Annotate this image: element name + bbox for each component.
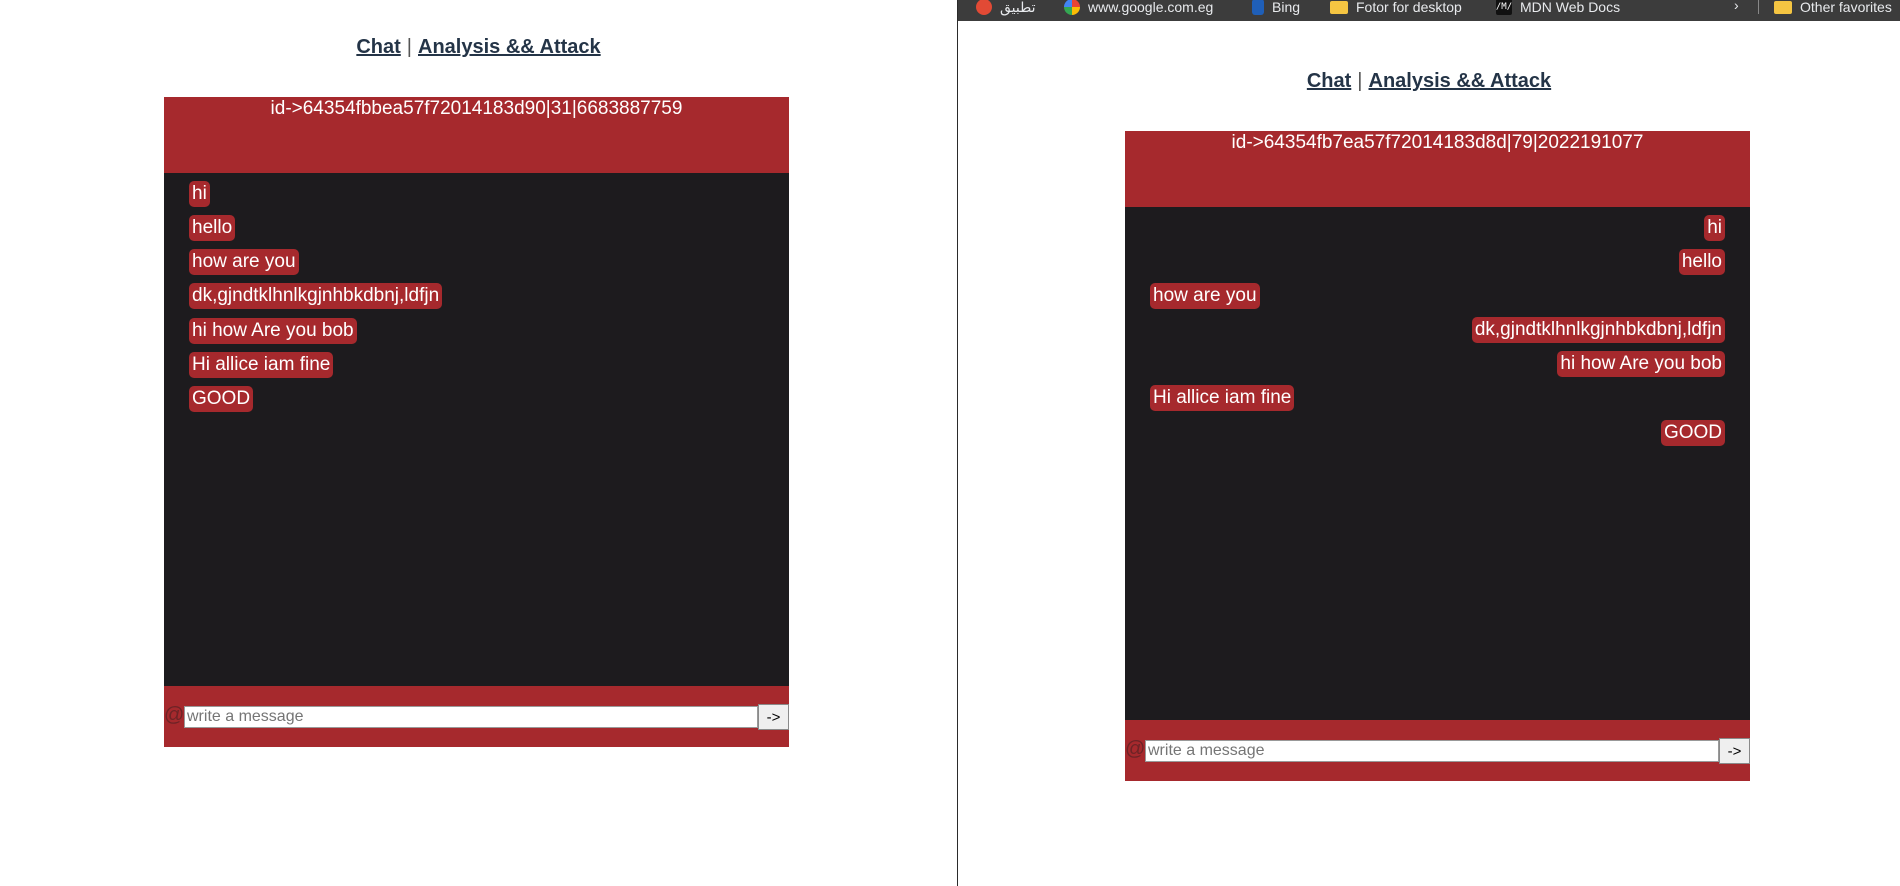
mdn-icon: /M/ (1496, 0, 1512, 15)
chat-header: id->64354fb7ea57f72014183d8d|79|20221910… (1125, 131, 1750, 207)
folder-icon (1330, 0, 1348, 14)
message-row: hi (1150, 215, 1725, 243)
message-bubble: Hi allice iam fine (189, 352, 334, 378)
message-bubble: dk,gjndtklhnlkgjnhbkdbnj,ldfjn (1471, 317, 1725, 343)
message-bubble: GOOD (189, 386, 254, 412)
bookmark-app[interactable]: تطبيق (976, 0, 1036, 18)
bing-icon (1252, 0, 1264, 15)
bookmark-label: Bing (1272, 0, 1301, 15)
right-browser-window: تطبيق www.google.com.eg Bing Fotor for d… (958, 0, 1900, 886)
message-row: Hi allice iam fine (1150, 385, 1725, 413)
top-nav: Chat | Analysis && Attack (958, 70, 1900, 93)
bookmark-other-favorites[interactable]: Other favorites (1774, 0, 1892, 18)
bookmark-bing[interactable]: Bing (1252, 0, 1300, 18)
message-row: hi how Are you bob (1150, 351, 1725, 379)
bookmarks-bar: تطبيق www.google.com.eg Bing Fotor for d… (958, 0, 1900, 21)
message-row: GOOD (189, 386, 764, 414)
app-icon (976, 0, 992, 15)
message-input[interactable] (184, 706, 758, 728)
message-bubble: hello (189, 215, 236, 241)
bookmark-label: MDN Web Docs (1520, 0, 1621, 15)
bookmark-label: www.google.com.eg (1088, 0, 1214, 15)
nav-separator: | (1357, 70, 1363, 92)
message-bubble: GOOD (1660, 420, 1725, 446)
message-row: how are you (189, 249, 764, 277)
bookmark-label: Fotor for desktop (1356, 0, 1462, 15)
message-bubble: hi how Are you bob (1557, 351, 1725, 377)
chat-header: id->64354fbbea57f72014183d90|31|66838877… (164, 97, 789, 173)
nav-separator: | (406, 36, 412, 58)
message-row: hello (189, 215, 764, 243)
chat-nav-link[interactable]: Chat (1307, 70, 1351, 92)
message-input-bar: @ -> (1125, 720, 1750, 781)
bookmarks-separator (1758, 0, 1759, 14)
message-bubble: hi how Are you bob (189, 318, 357, 344)
message-row: hi how Are you bob (189, 318, 764, 346)
left-browser-window: Chat | Analysis && Attack id->64354fbbea57… (0, 0, 957, 886)
message-row: Hi allice iam fine (189, 352, 764, 380)
message-bubble: hi (1704, 215, 1725, 241)
top-nav: Chat | Analysis && Attack (0, 36, 957, 59)
at-icon: @ (164, 704, 185, 726)
message-bubble: Hi allice iam fine (1150, 385, 1295, 411)
chat-session-id: id->64354fbbea57f72014183d90|31|66838877… (270, 98, 683, 119)
bookmark-mdn[interactable]: /M/MDN Web Docs (1496, 0, 1620, 18)
message-bubble: dk,gjndtklhnlkgjnhbkdbnj,ldfjn (189, 283, 443, 309)
send-button[interactable]: -> (1719, 738, 1750, 764)
chat-panel: id->64354fb7ea57f72014183d8d|79|20221910… (1125, 131, 1750, 781)
message-input-bar: @ -> (164, 686, 789, 747)
message-bubble: how are you (1150, 283, 1260, 309)
bookmark-fotor[interactable]: Fotor for desktop (1330, 0, 1462, 18)
google-icon (1064, 0, 1080, 15)
folder-icon (1774, 0, 1792, 14)
message-row: how are you (1150, 283, 1725, 311)
at-icon: @ (1125, 738, 1146, 760)
chat-session-id: id->64354fb7ea57f72014183d8d|79|20221910… (1231, 132, 1644, 153)
message-input[interactable] (1145, 740, 1719, 762)
send-button[interactable]: -> (758, 704, 789, 730)
message-bubble: how are you (189, 249, 299, 275)
message-bubble: hello (1678, 249, 1725, 275)
bookmark-label: Other favorites (1800, 0, 1892, 15)
chevron-right-icon[interactable]: › (1734, 0, 1739, 13)
message-row: hello (1150, 249, 1725, 277)
message-row: dk,gjndtklhnlkgjnhbkdbnj,ldfjn (189, 283, 764, 311)
chat-nav-link[interactable]: Chat (356, 36, 400, 58)
bookmark-google[interactable]: www.google.com.eg (1064, 0, 1213, 18)
message-row: GOOD (1150, 420, 1725, 448)
message-row: dk,gjndtklhnlkgjnhbkdbnj,ldfjn (1150, 317, 1725, 345)
analysis-attack-nav-link[interactable]: Analysis && Attack (418, 36, 601, 58)
bookmark-label: تطبيق (1000, 0, 1036, 15)
message-bubble: hi (189, 181, 210, 207)
analysis-attack-nav-link[interactable]: Analysis && Attack (1369, 70, 1552, 92)
chat-panel: id->64354fbbea57f72014183d90|31|66838877… (164, 97, 789, 747)
message-row: hi (189, 181, 764, 209)
